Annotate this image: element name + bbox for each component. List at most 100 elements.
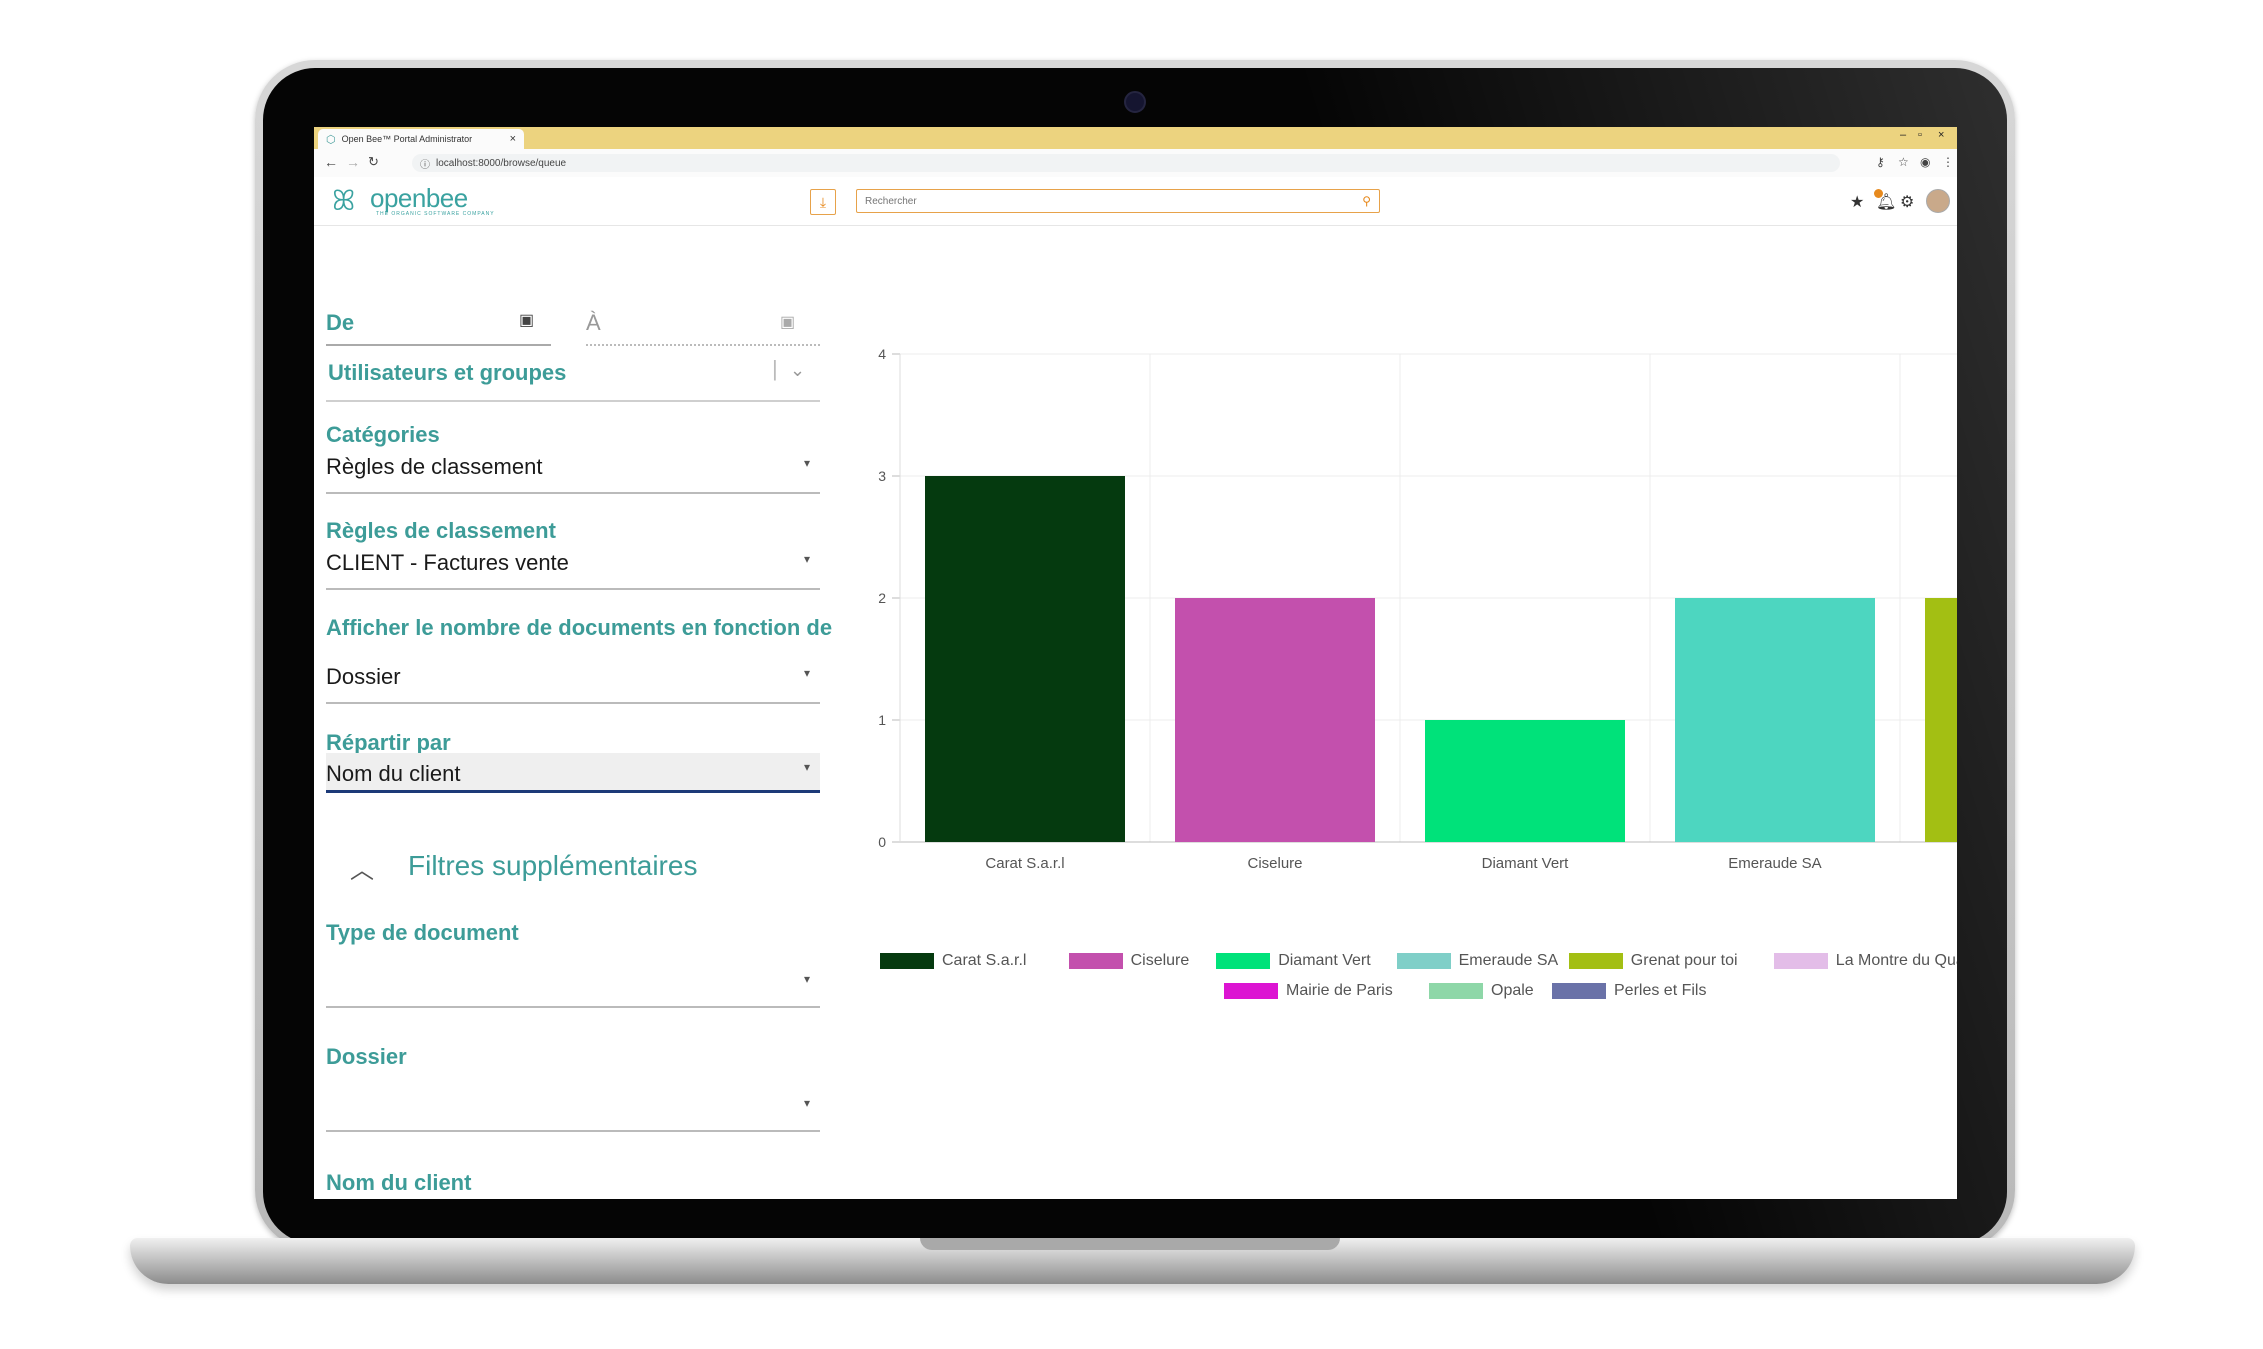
legend-swatch	[1396, 953, 1451, 969]
legend-item[interactable]: Carat S.a.r.l	[880, 952, 1026, 970]
legend-swatch	[1068, 953, 1123, 969]
legend-item[interactable]: Ciselure	[1068, 952, 1190, 970]
folder-select[interactable]	[326, 1130, 820, 1132]
minimize-icon[interactable]: –	[1900, 129, 1906, 141]
browser-tab-bar: ⬡ Open Bee™ Portal Administrator × – ▫ ×	[314, 127, 1957, 149]
extra-filters-toggle[interactable]: Filtres supplémentaires	[408, 850, 697, 882]
chevron-up-icon[interactable]: ︿	[350, 850, 374, 885]
legend-item[interactable]: Emeraude SA	[1396, 952, 1559, 970]
users-groups-select[interactable]	[326, 400, 820, 402]
rules-value: CLIENT - Factures vente	[326, 550, 569, 575]
bar-chart: 0 1 2 3 4 Carat S.a.r.l Ciselure Diamant Vert Em…	[844, 312, 1957, 1199]
split-by-underline	[326, 790, 820, 793]
search-box[interactable]: ⚲	[856, 189, 1380, 213]
y-tick-label: 2	[878, 590, 886, 606]
download-icon[interactable]: ⤓	[810, 189, 836, 215]
date-from-field[interactable]	[326, 344, 551, 346]
caret-down-icon[interactable]: ▾	[804, 552, 810, 566]
x-tick-label: Diamant Vert	[1482, 855, 1570, 872]
users-groups-divider: |	[772, 356, 778, 381]
x-tick-label: Carat S.a.r.l	[985, 855, 1064, 872]
legend-swatch	[1216, 953, 1271, 969]
caret-down-icon[interactable]: ▾	[804, 666, 810, 680]
rules-label: Règles de classement	[326, 518, 556, 543]
info-icon: ⓘ	[420, 159, 430, 171]
notification-badge	[1874, 189, 1883, 198]
search-input[interactable]	[857, 190, 1353, 212]
gear-icon[interactable]: ⚙	[1900, 192, 1914, 212]
bar	[1925, 598, 1957, 842]
caret-down-icon[interactable]: ▾	[804, 972, 810, 986]
bee-icon: ꕤ	[332, 185, 356, 216]
y-tick-label: 4	[878, 346, 886, 362]
key-icon[interactable]: ⚷	[1876, 155, 1885, 169]
laptop-base-notch	[920, 1238, 1340, 1250]
doc-type-select[interactable]	[326, 1006, 820, 1008]
chart-plot: 0 1 2 3 4 Carat S.a.r.l Ciselure Diamant Vert Em…	[878, 346, 1957, 872]
date-to-field[interactable]	[586, 344, 820, 346]
screen: ⬡ Open Bee™ Portal Administrator × – ▫ ×…	[314, 127, 1957, 1199]
count-by-label: Afficher le nombre de documents en fonct…	[326, 615, 833, 640]
tab-title: Open Bee™ Portal Administrator	[341, 134, 473, 144]
search-icon[interactable]: ⚲	[1362, 194, 1371, 208]
browser-address-bar: ← → ↻ ⓘ localhost:8000/browse/queue ⚷ ☆ …	[314, 149, 1957, 178]
app-header: ꕤ openbee THE ORGANIC SOFTWARE COMPANY ⤓…	[314, 177, 1957, 226]
legend-item[interactable]: Mairie de Paris	[1224, 982, 1393, 1000]
bookmark-star-icon[interactable]: ☆	[1898, 155, 1909, 169]
bar	[1425, 720, 1625, 842]
bar	[1675, 598, 1875, 842]
date-to-label: À	[586, 310, 601, 335]
legend-item[interactable]: Perles et Fils	[1552, 982, 1706, 1000]
filter-form: De ▣ À ▣ Utilisateurs et groupes | ⌄ Cat…	[314, 226, 849, 1199]
calendar-from-icon[interactable]: ▣	[519, 310, 534, 330]
legend-swatch	[1224, 983, 1278, 999]
users-groups-label: Utilisateurs et groupes	[328, 360, 567, 385]
rules-select[interactable]	[326, 588, 820, 590]
maximize-icon[interactable]: ▫	[1918, 129, 1922, 141]
menu-dots-icon[interactable]: ⋮	[1942, 155, 1954, 169]
url-text: localhost:8000/browse/queue	[436, 157, 567, 169]
legend-label: Perles et Fils	[1614, 982, 1707, 999]
x-tick-label: Ciselure	[1247, 855, 1302, 872]
caret-down-icon[interactable]: ▾	[804, 760, 810, 774]
legend-label: Ciselure	[1130, 952, 1190, 969]
forward-icon[interactable]: →	[346, 154, 360, 170]
browser-tab[interactable]: ⬡ Open Bee™ Portal Administrator ×	[318, 129, 524, 149]
caret-down-icon[interactable]: ▾	[804, 1096, 810, 1110]
chevron-down-icon[interactable]: ⌄	[790, 360, 805, 381]
legend-label: La Montre du Quartier	[1835, 952, 1957, 969]
legend-item[interactable]: Diamant Vert	[1216, 952, 1371, 970]
x-tick-label: Emeraude SA	[1728, 855, 1821, 872]
star-icon[interactable]: ★	[1850, 192, 1864, 212]
caret-down-icon[interactable]: ▾	[804, 456, 810, 470]
count-by-value: Dossier	[326, 664, 401, 689]
bar	[925, 476, 1125, 842]
logo-text: openbee	[370, 183, 468, 213]
legend-item[interactable]: Grenat pour toi	[1568, 952, 1738, 970]
doc-type-label: Type de document	[326, 920, 519, 945]
back-icon[interactable]: ←	[324, 154, 338, 170]
categories-value: Règles de classement	[326, 454, 543, 479]
openbee-logo[interactable]: ꕤ openbee THE ORGANIC SOFTWARE COMPANY	[332, 183, 522, 219]
legend-label: Emeraude SA	[1458, 952, 1559, 969]
categories-select[interactable]	[326, 492, 820, 494]
legend-swatch	[1552, 983, 1606, 999]
y-tick-label: 1	[878, 712, 886, 728]
window-close-icon[interactable]: ×	[1938, 129, 1944, 141]
legend-label: Diamant Vert	[1278, 952, 1371, 969]
categories-label: Catégories	[326, 422, 440, 447]
legend-label: Carat S.a.r.l	[942, 952, 1027, 969]
legend-item[interactable]: La Montre du Quartier	[1773, 952, 1957, 970]
openbee-favicon-icon: ⬡	[326, 133, 336, 146]
calendar-to-icon[interactable]: ▣	[780, 312, 795, 332]
legend-item[interactable]: Opale	[1429, 982, 1534, 1000]
avatar[interactable]	[1926, 189, 1950, 213]
account-icon[interactable]: ◉	[1920, 155, 1930, 169]
folder-label: Dossier	[326, 1044, 407, 1069]
tab-close-icon[interactable]: ×	[510, 133, 516, 145]
legend-label: Grenat pour toi	[1630, 952, 1738, 969]
url-field[interactable]: ⓘ localhost:8000/browse/queue	[412, 154, 1840, 172]
camera-icon	[1124, 91, 1146, 113]
reload-icon[interactable]: ↻	[368, 154, 379, 170]
count-by-select[interactable]	[326, 702, 820, 704]
